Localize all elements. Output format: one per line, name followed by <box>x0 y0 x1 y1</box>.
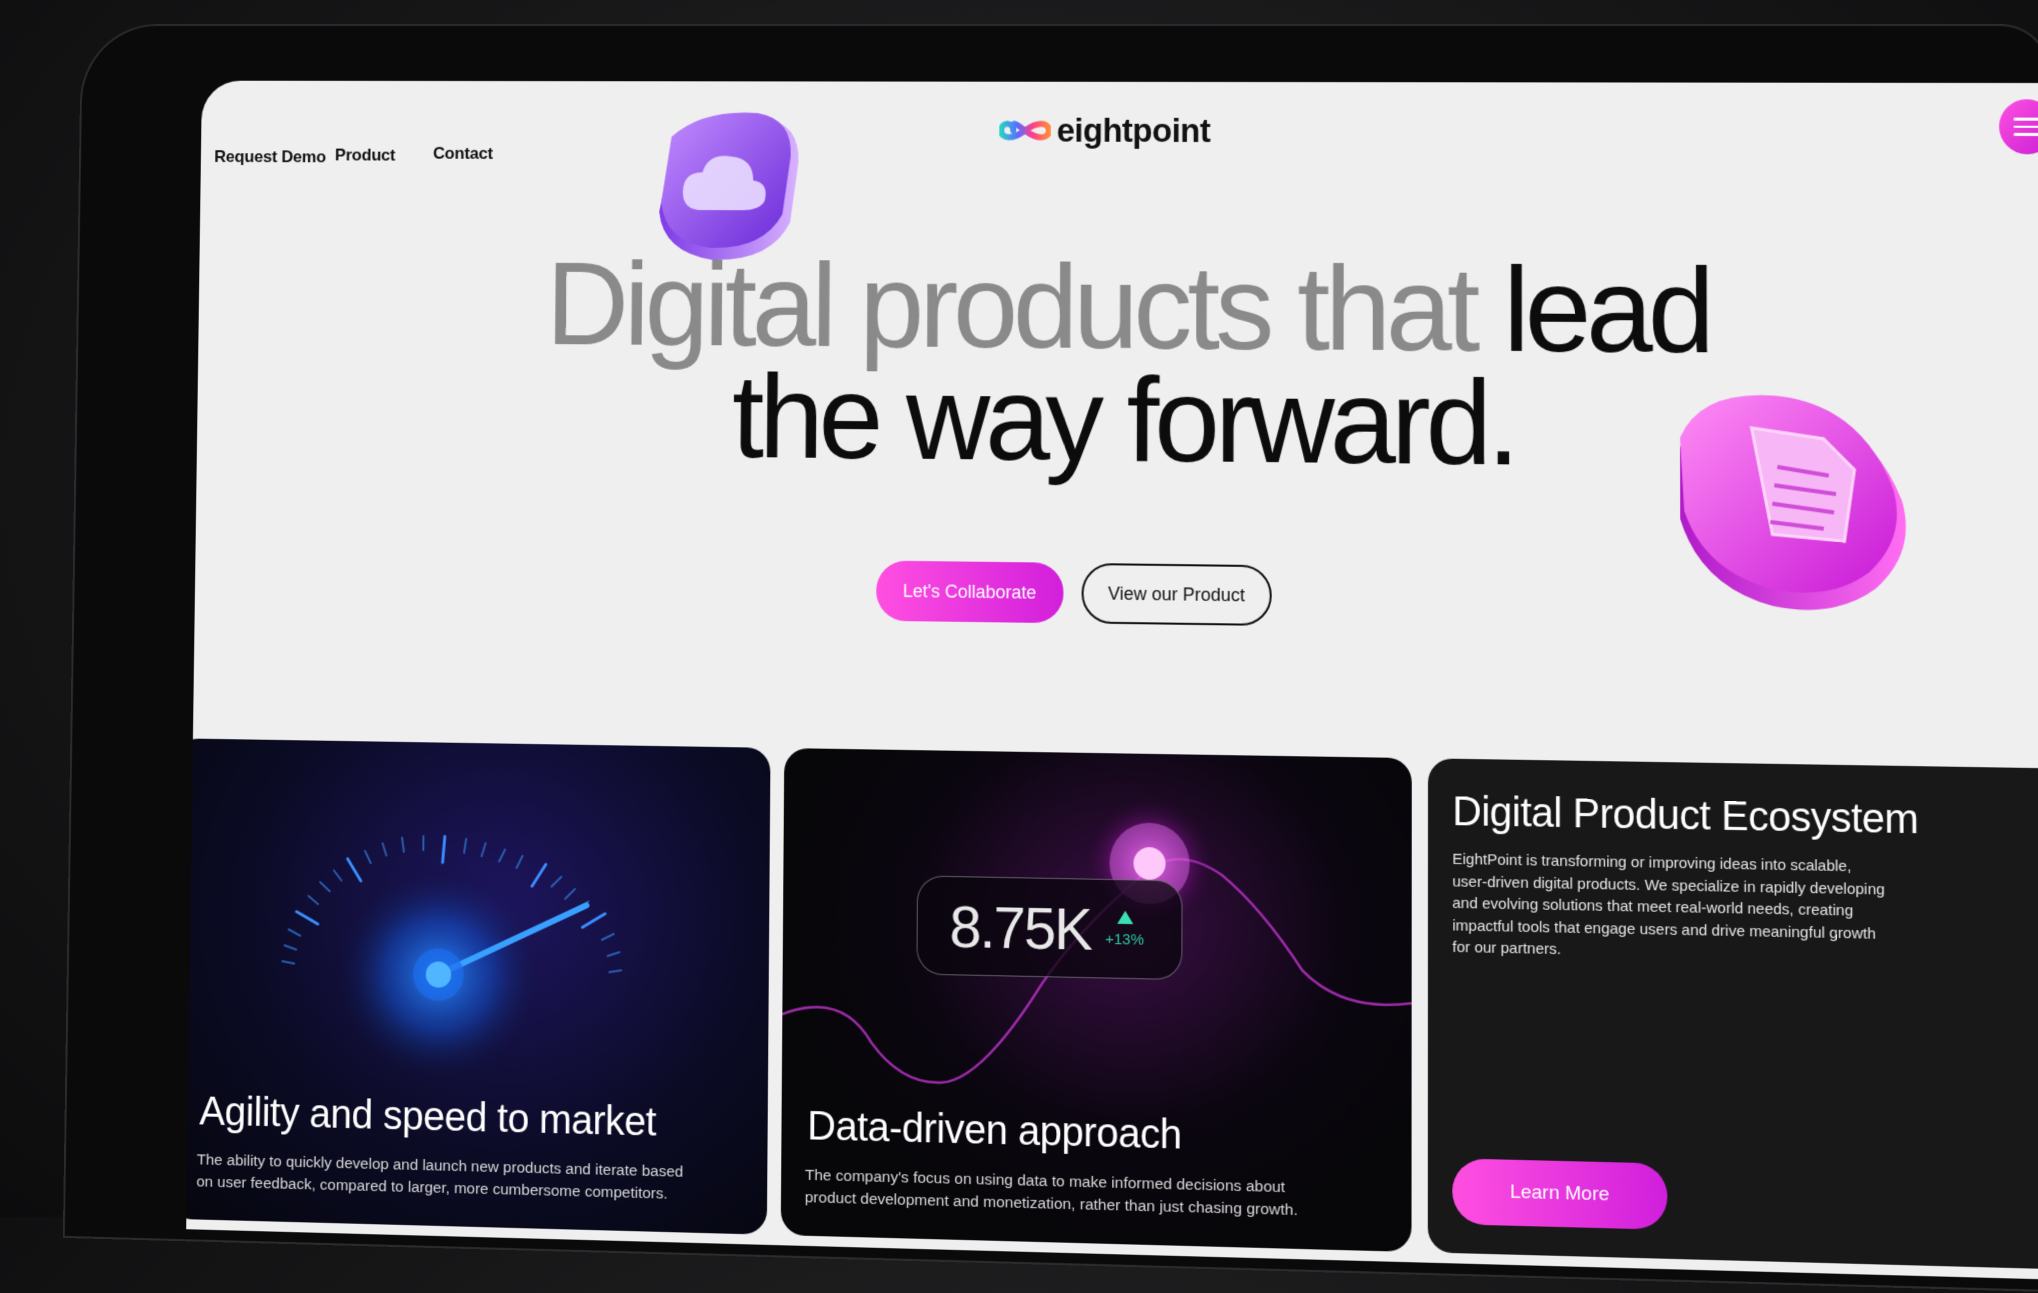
hamburger-icon-line <box>2014 133 2038 136</box>
website-screen: Request Demo Product Contact eightpoint <box>186 81 2038 1281</box>
stat-change: +13% <box>1105 931 1144 949</box>
document-cube-icon <box>1660 386 1928 624</box>
feature-cards: Agility and speed to market The ability … <box>186 738 2038 1281</box>
view-product-button[interactable]: View our Product <box>1081 563 1272 626</box>
stat-pill: 8.75K +13% <box>916 875 1182 980</box>
tablet-device-frame: Request Demo Product Contact eightpoint <box>63 24 2038 1292</box>
card-ecosystem-desc: EightPoint is transforming or improving … <box>1452 849 1885 968</box>
card-agility-title: Agility and speed to market <box>199 1089 656 1145</box>
infinity-logo-icon <box>999 116 1051 146</box>
hero-line1-dark: lead <box>1503 244 1710 379</box>
stat-value: 8.75K <box>949 893 1091 964</box>
nav-request-demo[interactable]: Request Demo <box>214 147 326 167</box>
brand-name: eightpoint <box>1057 112 1211 150</box>
hamburger-icon <box>2013 118 2038 121</box>
learn-more-button[interactable]: Learn More <box>1452 1158 1667 1230</box>
hamburger-menu-button[interactable] <box>1999 99 2038 154</box>
brand-logo[interactable]: eightpoint <box>999 112 1210 150</box>
card-agility: Agility and speed to market The ability … <box>186 738 770 1234</box>
card-data-driven: 8.75K +13% Data-driven approach The comp… <box>781 748 1412 1252</box>
card-ecosystem: Digital Product Ecosystem EightPoint is … <box>1428 758 2038 1270</box>
nav-product[interactable]: Product <box>335 146 396 166</box>
card-ecosystem-title: Digital Product Ecosystem <box>1452 789 1918 843</box>
arrow-up-icon <box>1117 911 1133 925</box>
cta-row: Let's Collaborate View our Product <box>876 561 1272 626</box>
hamburger-icon-line <box>2014 125 2038 128</box>
lets-collaborate-button[interactable]: Let's Collaborate <box>876 561 1063 624</box>
speedometer-icon <box>258 789 670 1098</box>
card-agility-desc: The ability to quickly develop and launc… <box>196 1149 683 1206</box>
card-data-driven-title: Data-driven approach <box>807 1104 1181 1159</box>
nav-contact[interactable]: Contact <box>433 144 493 164</box>
